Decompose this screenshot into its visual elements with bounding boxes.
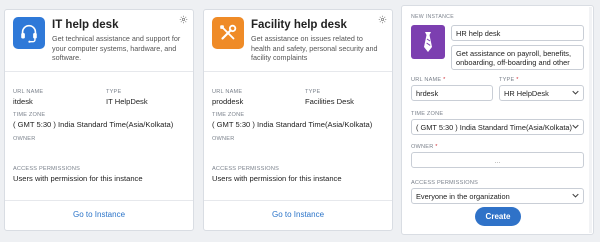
- access-permissions-label: ACCESS PERMISSIONS: [411, 180, 479, 186]
- timezone-select[interactable]: ( GMT 5:30 ) India Standard Time(Asia/Ko…: [411, 119, 584, 135]
- gear-icon[interactable]: [179, 15, 188, 24]
- card-description: Get technical assistance and support for…: [52, 34, 181, 63]
- card-footer: Go to Instance: [204, 200, 392, 230]
- type-label: TYPE *: [499, 77, 519, 83]
- access-permissions-select[interactable]: Everyone in the organization: [411, 188, 584, 204]
- timezone-select-value: ( GMT 5:30 ) India Standard Time(Asia/Ko…: [416, 123, 572, 132]
- create-button[interactable]: Create: [475, 207, 521, 226]
- card-title: Facility help desk: [251, 19, 347, 31]
- new-instance-heading: NEW INSTANCE: [411, 14, 454, 20]
- new-instance-form: NEW INSTANCE HR help desk Get assistance…: [401, 5, 594, 235]
- tie-icon[interactable]: [411, 25, 445, 59]
- access-permissions-select-value: Everyone in the organization: [416, 192, 510, 201]
- instance-description-textarea[interactable]: Get assistance on payroll, benefits, onb…: [451, 45, 584, 70]
- type-select-value: HR HelpDesk: [504, 89, 549, 98]
- url-name-label: URL NAME: [13, 89, 44, 95]
- url-name-input[interactable]: hrdesk: [411, 85, 493, 101]
- type-value: Facilities Desk: [305, 97, 354, 106]
- chevron-down-icon: [572, 90, 579, 95]
- url-name-value: itdesk: [13, 97, 33, 106]
- timezone-label: TIME ZONE: [13, 112, 46, 118]
- type-value: IT HelpDesk: [106, 97, 148, 106]
- access-permissions-label: ACCESS PERMISSIONS: [212, 166, 280, 172]
- scrollbar[interactable]: [589, 7, 592, 233]
- card-title: IT help desk: [52, 19, 119, 31]
- headset-icon: [13, 17, 45, 49]
- card-header: Facility help desk Get assistance on iss…: [204, 10, 392, 72]
- type-label: TYPE: [305, 89, 321, 95]
- gear-icon[interactable]: [378, 15, 387, 24]
- access-permissions-value: Users with permission for this instance: [212, 174, 342, 183]
- instance-card-it-help-desk: IT help desk Get technical assistance an…: [4, 9, 194, 231]
- card-header: IT help desk Get technical assistance an…: [5, 10, 193, 72]
- type-label: TYPE: [106, 89, 122, 95]
- timezone-label: TIME ZONE: [411, 111, 444, 117]
- tools-icon: [212, 17, 244, 49]
- access-permissions-label: ACCESS PERMISSIONS: [13, 166, 81, 172]
- url-name-value: proddesk: [212, 97, 244, 106]
- owner-input[interactable]: ...: [411, 152, 584, 168]
- timezone-value: ( GMT 5:30 ) India Standard Time(Asia/Ko…: [13, 120, 174, 129]
- instance-card-facility-help-desk: Facility help desk Get assistance on iss…: [203, 9, 393, 231]
- instance-name-input[interactable]: HR help desk: [451, 25, 584, 41]
- timezone-value: ( GMT 5:30 ) India Standard Time(Asia/Ko…: [212, 120, 373, 129]
- go-to-instance-link[interactable]: Go to Instance: [204, 210, 392, 219]
- chevron-down-icon: [572, 193, 579, 198]
- owner-label: OWNER: [13, 136, 36, 142]
- url-name-label: URL NAME *: [411, 77, 446, 83]
- timezone-label: TIME ZONE: [212, 112, 245, 118]
- owner-label: OWNER *: [411, 144, 438, 150]
- chevron-down-icon: [572, 124, 579, 129]
- type-select[interactable]: HR HelpDesk: [499, 85, 584, 101]
- owner-label: OWNER: [212, 136, 235, 142]
- card-footer: Go to Instance: [5, 200, 193, 230]
- card-description: Get assistance on issues related to heal…: [251, 34, 378, 63]
- go-to-instance-link[interactable]: Go to Instance: [5, 210, 193, 219]
- access-permissions-value: Users with permission for this instance: [13, 174, 143, 183]
- url-name-label: URL NAME: [212, 89, 243, 95]
